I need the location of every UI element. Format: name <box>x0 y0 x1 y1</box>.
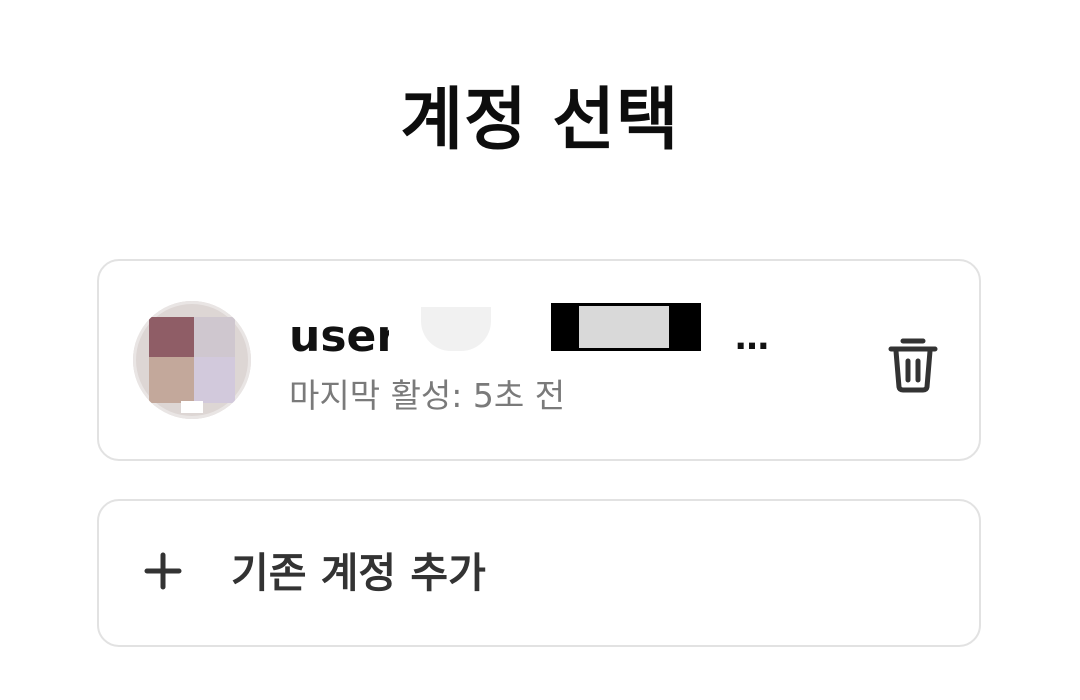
page-title: 계정 선택 <box>400 81 680 160</box>
avatar-image-part <box>181 401 203 413</box>
add-existing-account-label: 기존 계정 추가 <box>231 549 486 597</box>
redaction-mask <box>579 306 669 348</box>
account-card[interactable]: user … 마지막 활성: 5초 전 <box>97 259 981 461</box>
plus-icon <box>144 552 182 590</box>
last-active-status: 마지막 활성: 5초 전 <box>289 376 566 415</box>
delete-account-button[interactable] <box>885 333 941 393</box>
avatar-image-part <box>194 317 235 357</box>
avatar-image-part <box>194 357 235 403</box>
avatar-image-part <box>149 357 194 403</box>
avatar-image-part <box>149 317 194 357</box>
account-name: user <box>289 311 399 362</box>
avatar <box>133 301 251 419</box>
account-name-ellipsis: … <box>735 318 769 358</box>
trash-icon <box>888 338 938 393</box>
add-existing-account-button[interactable]: 기존 계정 추가 <box>97 499 981 647</box>
